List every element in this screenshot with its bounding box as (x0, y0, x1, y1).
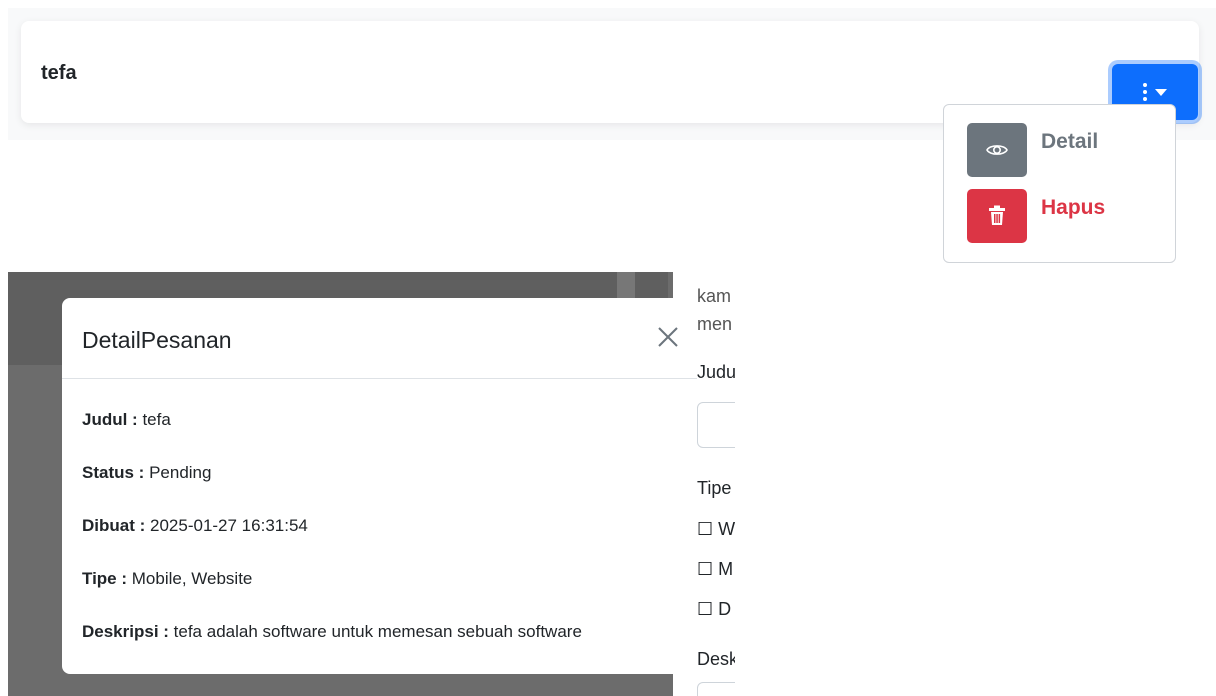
form-text-line: men (697, 314, 733, 334)
detail-row-tipe: Tipe : Mobile, Website (82, 570, 677, 623)
field-value: Mobile, Website (127, 569, 253, 588)
card-title: tefa (41, 62, 77, 84)
field-label: Deskripsi : (82, 622, 169, 641)
detail-row-deskripsi: Deskripsi : tefa adalah software untuk m… (82, 623, 677, 674)
detail-row-dibuat: Dibuat : 2025-01-27 16:31:54 (82, 517, 677, 570)
delete-menu-item[interactable]: Hapus (967, 189, 1105, 243)
field-value: 2025-01-27 16:31:54 (145, 516, 308, 535)
actions-dropdown-menu: Detail Hapus (943, 104, 1176, 263)
modal-title: DetailPesanan (82, 327, 232, 353)
field-label: Judul : (82, 410, 138, 429)
field-value: tefa (137, 410, 171, 429)
judul-label: Judu (697, 362, 735, 382)
detail-menu-item[interactable]: Detail (967, 123, 1098, 177)
delete-label: Hapus (1041, 196, 1106, 219)
modal-body: Judul : tefa Status : Pending Dibuat : 2… (62, 379, 697, 674)
close-icon[interactable] (655, 324, 681, 350)
tipe-label: Tipe (697, 478, 732, 498)
deskripsi-label: Desk (697, 649, 735, 669)
kebab-icon (1143, 83, 1147, 101)
judul-input[interactable] (697, 402, 735, 448)
field-value: Pending (144, 463, 212, 482)
detail-label: Detail (1041, 130, 1099, 153)
field-label: Tipe : (82, 569, 128, 588)
detail-modal: DetailPesanan Judul : tefa Status : Pend… (62, 298, 697, 674)
field-value: tefa adalah software untuk memesan sebua… (168, 622, 582, 641)
eye-icon (967, 123, 1027, 177)
checkbox-option[interactable]: ☐ M (697, 559, 733, 580)
trash-icon (967, 189, 1027, 243)
field-label: Dibuat : (82, 516, 146, 535)
field-label: Status : (82, 463, 145, 482)
checkbox-option[interactable]: ☐ D (697, 599, 731, 620)
caret-down-icon (1155, 88, 1167, 96)
detail-row-status: Status : Pending (82, 464, 677, 517)
modal-header: DetailPesanan (62, 298, 697, 379)
checkbox-option[interactable]: ☐ W (697, 519, 735, 540)
detail-row-judul: Judul : tefa (82, 391, 677, 464)
deskripsi-input[interactable] (697, 682, 735, 696)
form-text-line: kam (697, 286, 732, 306)
